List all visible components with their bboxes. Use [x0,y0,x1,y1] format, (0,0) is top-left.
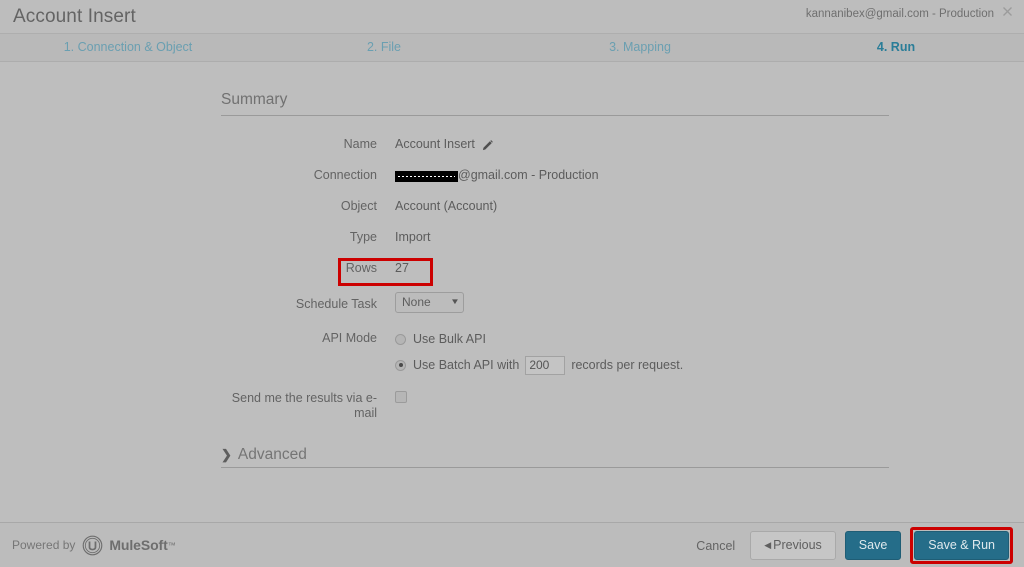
advanced-section-toggle[interactable]: ❯ Advanced [221,446,889,468]
radio-bulk-api[interactable] [395,333,406,345]
advanced-label: Advanced [237,445,307,463]
tab-step-3[interactable]: 3. Mapping [512,41,768,54]
footer-actions: Cancel ◀ Previous Save Save & Run [690,523,1013,567]
radio-option-batch-api[interactable]: Use Batch API with records per request. [395,355,683,376]
pencil-edit-icon-glyph [482,139,493,150]
rows-value: 27 [395,260,409,275]
account-insert-window: Account Insert kannanibex@gmail.com - Pr… [0,0,1024,567]
summary-panel: Summary Name Account Insert Connection @… [221,91,889,468]
schedule-task-select[interactable]: None ▼ [395,291,464,313]
field-row-object: Object Account (Account) [221,195,889,226]
radio-batch-api[interactable] [395,359,406,371]
connection-value: @gmail.com - Production [458,167,599,182]
close-icon-glyph [1002,7,1012,16]
name-value: Account Insert [395,136,475,151]
powered-by-label: Powered by [12,538,76,552]
type-value: Import [395,229,431,244]
schedule-task-label: Schedule Task [295,296,377,311]
chevron-down-icon: ▼ [450,297,460,307]
cancel-button[interactable]: Cancel [690,535,741,557]
connection-value-wrap: @gmail.com - Production [386,164,889,183]
close-icon[interactable] [998,4,1016,22]
email-results-checkbox[interactable] [395,390,407,403]
main-content: Summary Name Account Insert Connection @… [0,62,1024,522]
email-results-label: Send me the results via e-mail [231,390,377,420]
page-title: Account Insert [13,6,136,27]
name-value-wrap: Account Insert [386,133,889,152]
rows-label: Rows [345,260,377,275]
field-row-schedule-task: Schedule Task None ▼ [221,290,889,321]
tab-step-2[interactable]: 2. File [256,41,512,54]
account-label: kannanibex@gmail.com - Production [805,8,994,20]
previous-button-label: Previous [773,538,822,553]
api-mode-label: API Mode [322,330,377,345]
brand-trademark: ™ [167,540,176,550]
pencil-edit-icon[interactable] [482,139,493,151]
schedule-task-selected-value: None [402,294,431,309]
schedule-task-value-wrap: None ▼ [386,290,889,313]
tab-step-4[interactable]: 4. Run [768,41,1024,54]
batch-records-input[interactable] [525,355,566,375]
tab-step-1[interactable]: 1. Connection & Object [0,41,256,54]
radio-option-bulk-api[interactable]: Use Bulk API [395,329,486,350]
save-button[interactable]: Save [844,531,902,560]
field-row-name: Name Account Insert [221,133,889,164]
field-row-email-results: Send me the results via e-mail [221,388,889,421]
object-label: Object [340,198,377,213]
field-row-type: Type Import [221,226,889,257]
wizard-steps: 1. Connection & Object 2. File 3. Mappin… [0,34,1024,62]
radio-bulk-api-label: Use Bulk API [413,331,486,346]
field-row-api-mode: API Mode Use Bulk API Use Batch API with… [221,327,889,376]
brand-credit: Powered by MuleSoft ™ [0,535,176,556]
window-titlebar: Account Insert kannanibex@gmail.com - Pr… [0,0,1024,34]
summary-form: Name Account Insert Connection @gmail.co… [221,133,889,421]
save-and-run-button[interactable]: Save & Run [914,531,1009,560]
triangle-left-icon: ◀ [764,540,772,551]
chevron-right-icon: ❯ [221,446,232,462]
mulesoft-logo-icon-glyph [83,535,103,555]
field-row-rows: Rows 27 [221,257,889,288]
previous-button[interactable]: ◀ Previous [750,531,836,560]
api-mode-options: Use Bulk API Use Batch API with records … [386,327,889,376]
save-run-highlight-box: Save & Run [910,527,1013,564]
window-footer: Powered by MuleSoft ™ Cancel ◀ Previous S… [0,522,1024,567]
connection-label: Connection [313,167,377,182]
summary-heading: Summary [221,91,889,116]
batch-api-label-suffix: records per request. [571,357,684,372]
brand-name: MuleSoft [109,537,168,553]
mulesoft-logo-icon [82,535,103,556]
email-results-value-wrap [386,388,889,403]
name-label: Name [343,136,377,151]
object-value: Account (Account) [395,198,498,213]
radio-batch-api-label: Use Batch API with [413,357,520,372]
field-row-connection: Connection @gmail.com - Production [221,164,889,195]
type-label: Type [349,229,377,244]
redaction-bar [395,170,458,182]
